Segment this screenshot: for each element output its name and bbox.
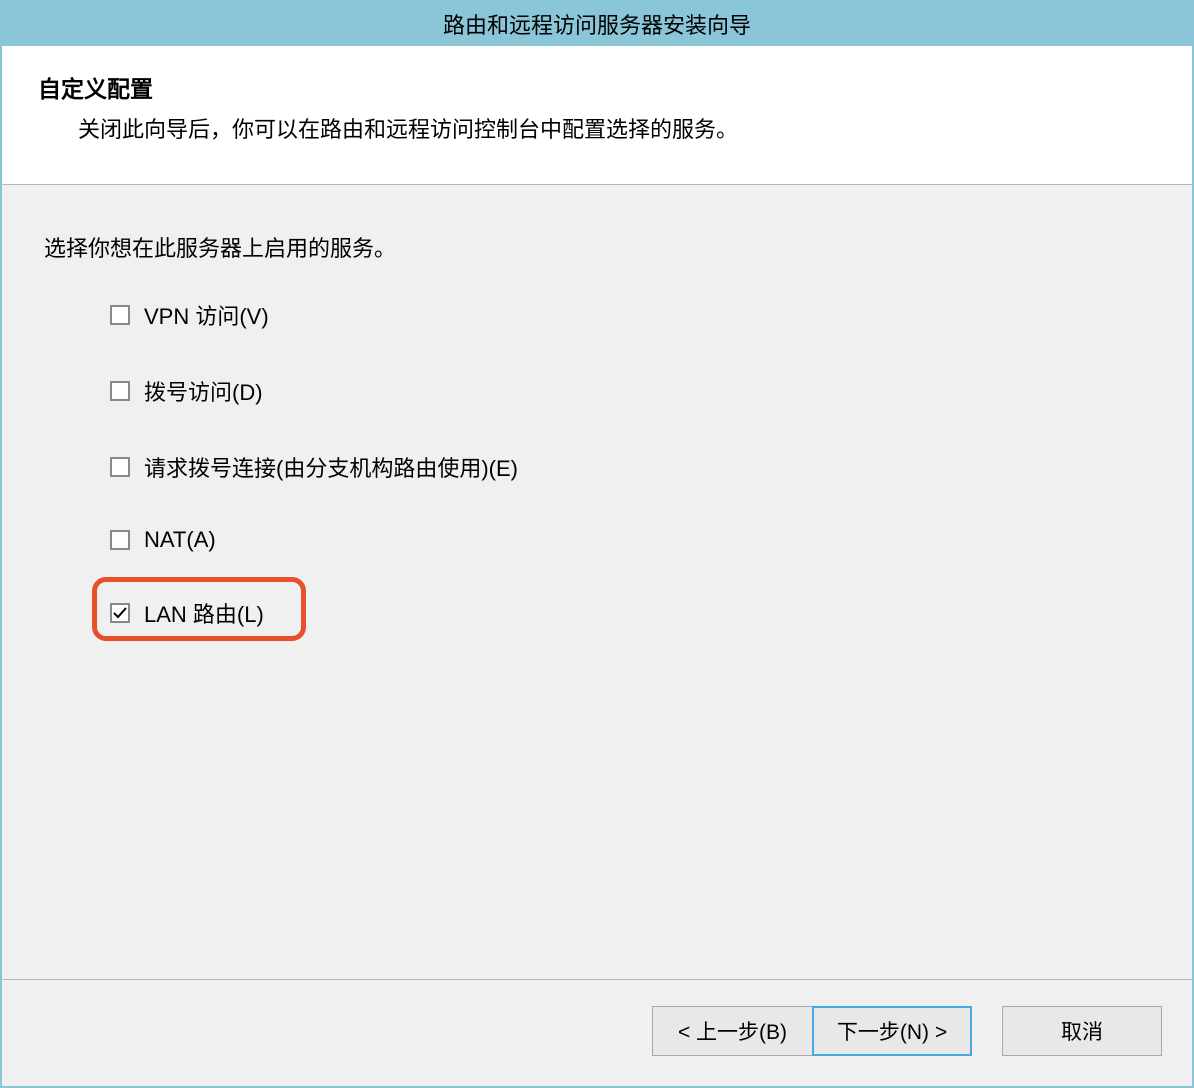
checkbox-label: NAT(A) [144,527,216,553]
footer-section: < 上一步(B) 下一步(N) > 取消 [2,979,1192,1086]
page-title: 自定义配置 [38,70,1156,104]
option-vpn-access: VPN 访问(V) [110,299,1156,331]
option-nat: NAT(A) [110,527,1156,553]
checkbox-label: 请求拨号连接(由分支机构路由使用)(E) [144,451,518,483]
instruction-text: 选择你想在此服务器上启用的服务。 [44,231,1156,263]
option-demand-dial: 请求拨号连接(由分支机构路由使用)(E) [110,451,1156,483]
body-section: 选择你想在此服务器上启用的服务。 VPN 访问(V) 拨号访问(D) 请求拨号连… [2,185,1192,979]
option-dialup-access: 拨号访问(D) [110,375,1156,407]
checkbox-label: LAN 路由(L) [144,597,264,629]
wizard-window: 路由和远程访问服务器安装向导 自定义配置 关闭此向导后，你可以在路由和远程访问控… [0,0,1194,1088]
next-button[interactable]: 下一步(N) > [812,1006,972,1056]
back-button[interactable]: < 上一步(B) [652,1006,812,1056]
title-bar: 路由和远程访问服务器安装向导 [2,2,1192,46]
checkbox-vpn-access[interactable] [110,305,130,325]
checkbox-label: 拨号访问(D) [144,375,263,407]
cancel-button[interactable]: 取消 [1002,1006,1162,1056]
header-section: 自定义配置 关闭此向导后，你可以在路由和远程访问控制台中配置选择的服务。 [2,46,1192,185]
checkbox-nat[interactable] [110,530,130,550]
page-subtitle: 关闭此向导后，你可以在路由和远程访问控制台中配置选择的服务。 [38,112,1156,144]
checkbox-list: VPN 访问(V) 拨号访问(D) 请求拨号连接(由分支机构路由使用)(E) N… [44,299,1156,629]
nav-button-group: < 上一步(B) 下一步(N) > [652,1006,972,1056]
option-lan-routing: LAN 路由(L) [110,597,1156,629]
checkbox-lan-routing[interactable] [110,603,130,623]
checkbox-label: VPN 访问(V) [144,299,269,331]
checkbox-demand-dial[interactable] [110,457,130,477]
window-title: 路由和远程访问服务器安装向导 [443,8,751,40]
checkbox-dialup-access[interactable] [110,381,130,401]
